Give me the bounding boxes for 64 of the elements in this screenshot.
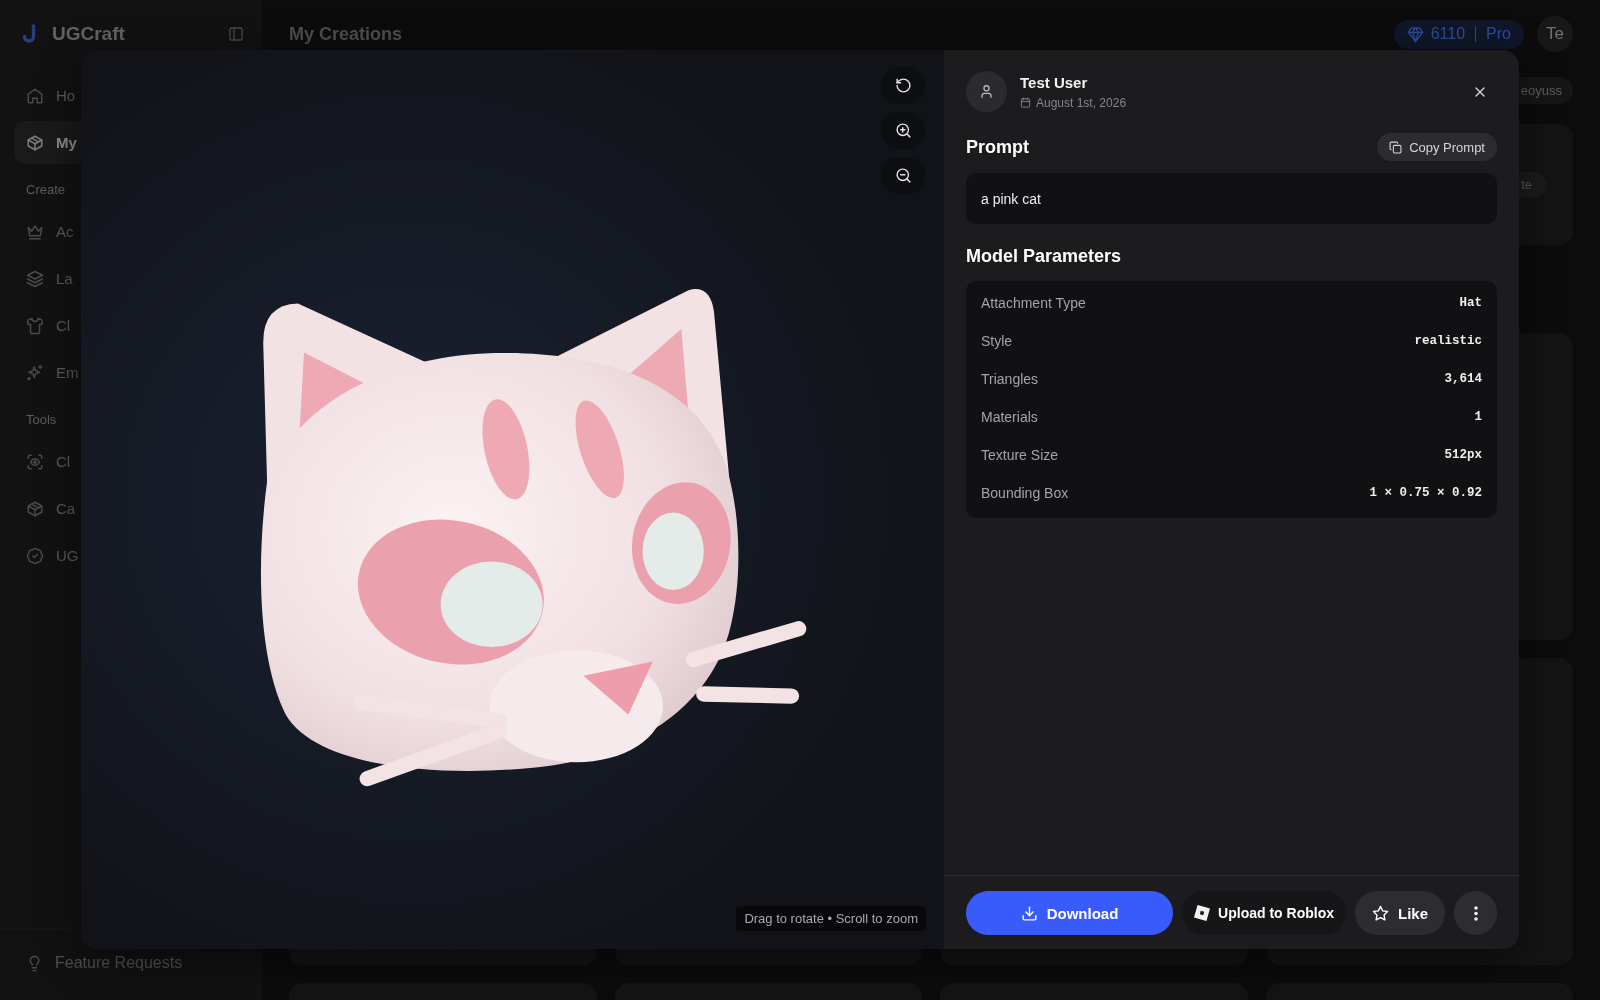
- section-heading: Model Parameters: [966, 245, 1123, 267]
- badge-check-icon: [26, 546, 44, 565]
- nav-item[interactable]: Em: [14, 351, 81, 394]
- parameter-value: 1: [1474, 410, 1482, 424]
- zoom-out-button[interactable]: [881, 157, 925, 194]
- crown-icon: [26, 222, 44, 241]
- section-label: Tools: [26, 412, 58, 428]
- app-logo-text: UGCraft: [52, 23, 125, 45]
- parameter-value: 1 × 0.75 × 0.92: [1369, 486, 1482, 500]
- user-avatar[interactable]: Te: [1537, 16, 1573, 52]
- zoom-in-icon: [894, 122, 912, 139]
- zoom-out-icon: [894, 167, 912, 184]
- sidebar-toggle-icon[interactable]: [228, 26, 244, 42]
- rotate-icon: [894, 77, 912, 94]
- nav-item[interactable]: My: [14, 121, 81, 164]
- nav-item[interactable]: UG: [14, 534, 81, 577]
- parameter-label: Style: [981, 333, 1013, 349]
- copy-prompt-button[interactable]: Copy Prompt: [1377, 133, 1497, 161]
- creation-date: August 1st, 2026: [1036, 95, 1127, 110]
- layers-icon: [26, 269, 44, 288]
- model-viewport[interactable]: Drag to rotate • Scroll to zoom: [81, 50, 944, 949]
- gem-icon: [1406, 25, 1424, 43]
- upload-button[interactable]: Upload to Roblox: [1182, 891, 1346, 935]
- nav-item[interactable]: Ac: [14, 210, 81, 253]
- download-button[interactable]: Download: [966, 891, 1174, 935]
- viewer-hint: Drag to rotate • Scroll to zoom: [736, 906, 926, 931]
- parameter-label: Bounding Box: [981, 485, 1069, 501]
- credit-count: 6110: [1430, 25, 1466, 43]
- sparkles-icon: [26, 363, 44, 382]
- user-avatar-icon: [966, 71, 1007, 112]
- download-icon: [1020, 904, 1038, 922]
- nav-item[interactable]: Cl: [14, 304, 81, 347]
- copy-icon: [1389, 140, 1403, 154]
- more-button[interactable]: [1454, 891, 1497, 935]
- parameter-value: 512px: [1444, 448, 1482, 462]
- more-icon: [1473, 905, 1478, 921]
- zoom-in-button[interactable]: [881, 112, 925, 149]
- prompt-box: a pink cat: [966, 173, 1497, 224]
- parameter-value: realistic: [1414, 334, 1482, 348]
- calendar-icon: [1020, 97, 1031, 108]
- user-name: Test User: [1020, 73, 1089, 92]
- star-icon: [1372, 904, 1389, 922]
- parameter-label: Texture Size: [981, 447, 1059, 463]
- cube-icon: [26, 133, 44, 152]
- parameter-value: Hat: [1459, 296, 1482, 310]
- page-title: My Creations: [289, 23, 403, 45]
- nav-item[interactable]: Ca: [14, 487, 81, 530]
- nav-item[interactable]: Cl: [14, 440, 81, 483]
- parameter-value: 3,614: [1444, 372, 1482, 386]
- reset-view-button[interactable]: [881, 67, 925, 104]
- plan-label: Pro: [1486, 25, 1511, 43]
- scan-eye-icon: [26, 452, 44, 471]
- nav-item[interactable]: La: [14, 257, 81, 300]
- parameter-label: Triangles: [981, 371, 1039, 387]
- parameter-label: Materials: [981, 409, 1038, 425]
- home-icon: [26, 86, 44, 105]
- like-button[interactable]: Like: [1355, 891, 1445, 935]
- logo-icon: [22, 24, 38, 44]
- nav-item[interactable]: Ho: [14, 74, 81, 117]
- cube-icon: [26, 499, 44, 518]
- shirt-icon: [26, 316, 44, 335]
- parameter-label: Attachment Type: [981, 295, 1086, 311]
- section-heading: Prompt: [966, 136, 1029, 158]
- section-label: Create: [26, 182, 67, 198]
